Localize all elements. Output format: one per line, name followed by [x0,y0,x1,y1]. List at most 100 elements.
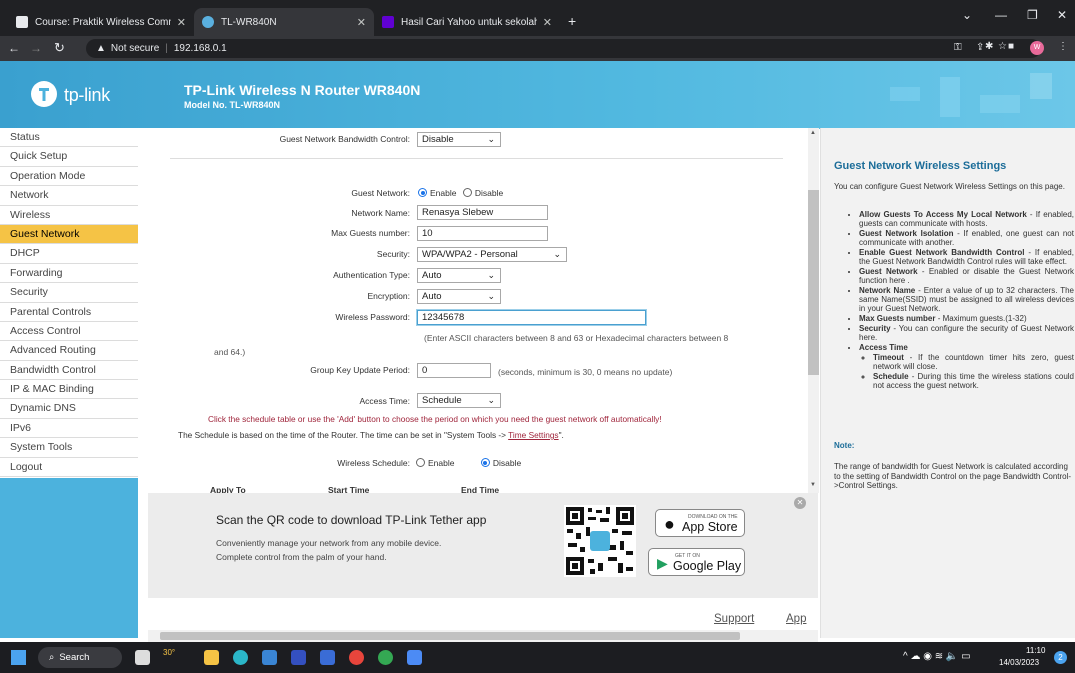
group-key-input[interactable]: 0 [417,363,491,378]
scroll-down-icon[interactable]: ▼ [810,482,816,488]
note-text: The range of bandwidth for Guest Network… [834,462,1072,490]
router-header [0,61,1075,129]
forward-icon[interactable]: → [30,41,42,55]
bandwidth-value: Disable [422,134,454,145]
notification-badge[interactable]: 2 [1054,651,1067,664]
sidebar-item-bandwidth-control[interactable]: Bandwidth Control [0,360,138,381]
omnibox[interactable]: ▲ Not secure | 192.168.0.1 ⚿ ⇪ ☆ [86,39,1041,58]
sidebar-item-network[interactable]: Network [0,186,138,206]
window-close-button[interactable]: ✕ [1057,8,1067,22]
close-banner-icon[interactable]: ✕ [794,497,806,509]
chevron-down-icon: ⌄ [487,395,495,405]
enable-radio[interactable] [418,188,427,197]
help-term: Guest Network Isolation [859,229,954,238]
password-input[interactable]: 12345678 [417,310,646,325]
share-icon[interactable]: ⇪ [976,42,984,53]
close-icon[interactable]: ✕ [177,16,186,29]
support-link[interactable]: Support [714,613,754,625]
time-settings-link[interactable]: Time Settings [508,430,558,440]
chrome-icon[interactable] [349,650,364,665]
app-link[interactable]: App [786,613,806,625]
sidebar-item-security[interactable]: Security [0,283,138,303]
help-title: Guest Network Wireless Settings [834,160,1007,172]
menu-icon[interactable]: ⋮ [1058,41,1068,52]
play-icon: ▶ [657,555,668,571]
group-key-label: Group Key Update Period: [310,365,410,375]
help-list: Allow Guests To Access My Local Network … [859,210,1074,391]
tab-course[interactable]: Course: Praktik Wireless Commu ✕ [8,8,194,36]
sidebar-item-logout[interactable]: Logout [0,457,138,478]
clock-time[interactable]: 11:10 [1026,646,1045,655]
guest-network-radio-group: Enable Disable [418,188,503,198]
schedule-disable-radio[interactable] [480,458,490,467]
windows-start-icon[interactable] [11,650,26,665]
sidebar-item-status[interactable]: Status [0,128,138,148]
minimize-button[interactable]: — [995,8,1007,22]
chrome-profile-icon[interactable] [378,650,393,665]
close-icon[interactable]: ✕ [357,16,366,29]
warning-icon: ▲ [96,43,106,54]
sidebar-item-wireless[interactable]: Wireless [0,205,138,225]
max-guests-input[interactable]: 10 [417,226,548,241]
close-icon[interactable]: ✕ [543,16,552,29]
task-view-icon[interactable] [135,650,150,665]
file-explorer-icon[interactable] [204,650,219,665]
sidebar-item-dhcp[interactable]: DHCP [0,244,138,264]
network-name-input[interactable]: Renasya Slebew [417,205,548,220]
profile-avatar[interactable]: W [1030,41,1044,55]
sidebar-item-access-control[interactable]: Access Control [0,321,138,342]
extensions-icon[interactable]: ✱ [985,41,993,52]
tab-search-icon[interactable]: ⌄ [962,8,972,22]
separator: | [165,43,168,54]
wireless-schedule-radio-group: Enable Disable [416,458,521,468]
clock-date[interactable]: 14/03/2023 [999,658,1039,667]
access-time-select[interactable]: Schedule ⌄ [417,393,501,408]
help-desc: - Maximum guests.(1-32) [935,314,1027,323]
network-name-label: Network Name: [351,208,410,218]
photos-icon[interactable] [407,650,422,665]
bandwidth-select[interactable]: Disable ⌄ [417,132,501,147]
scroll-up-icon[interactable]: ▲ [810,130,816,136]
tray-icons[interactable]: ^ ☁ ◉ ≋ 🔈 ▭ [903,651,971,662]
key-icon[interactable]: ⚿ [954,42,962,53]
app-icon[interactable] [320,650,335,665]
sidebar-item-forwarding[interactable]: Forwarding [0,263,138,284]
sidepanel-icon[interactable]: ■ [1008,41,1014,52]
qr-code-icon [564,505,636,577]
vscode-icon[interactable] [291,650,306,665]
appstore-big: App Store [682,520,738,534]
main-content[interactable]: Guest Network Bandwidth Control: Disable… [148,128,818,493]
sidebar-item-guest-network[interactable]: Guest Network [0,224,138,245]
google-play-button[interactable]: ▶ GET IT ON Google Play [648,548,745,576]
sidebar-item-ip-mac-binding[interactable]: IP & MAC Binding [0,380,138,400]
guest-network-label: Guest Network: [351,188,410,198]
weather-icon[interactable]: 30° [163,648,175,657]
auth-type-select[interactable]: Auto ⌄ [417,268,501,283]
sidebar-item-dynamic-dns[interactable]: Dynamic DNS [0,399,138,419]
search-box[interactable]: ⌕ Search [38,647,122,668]
tab-yahoo[interactable]: Hasil Cari Yahoo untuk sekolah u ✕ [374,8,560,36]
reload-icon[interactable]: ↻ [54,40,65,56]
sidebar-item-advanced-routing[interactable]: Advanced Routing [0,341,138,361]
security-select[interactable]: WPA/WPA2 - Personal ⌄ [417,247,567,262]
schedule-enable-radio[interactable] [416,458,425,467]
new-tab-button[interactable]: + [568,13,576,29]
scrollbar-thumb[interactable] [808,190,819,375]
edge-icon[interactable] [233,650,248,665]
sidebar-item-system-tools[interactable]: System Tools [0,438,138,458]
schedule-disable-label: Disable [492,458,522,468]
sidebar-item-ipv6[interactable]: IPv6 [0,418,138,439]
disable-radio[interactable] [462,188,472,197]
help-sublist: Timeout - If the countdown timer hits ze… [873,353,1074,390]
sidebar-item-operation-mode[interactable]: Operation Mode [0,166,138,187]
app-store-button[interactable]: ● DOWNLOAD ON THE App Store [655,509,745,537]
encryption-select[interactable]: Auto ⌄ [417,289,501,304]
store-icon[interactable] [262,650,277,665]
maximize-button[interactable]: ❐ [1027,8,1038,22]
sidebar-item-parental-controls[interactable]: Parental Controls [0,302,138,322]
back-icon[interactable]: ← [8,41,20,55]
h-scrollbar-thumb[interactable] [160,632,740,640]
tab-router[interactable]: TL-WR840N ✕ [194,8,374,36]
star-icon[interactable]: ☆ [998,41,1007,52]
sidebar-item-quick-setup[interactable]: Quick Setup [0,147,138,167]
